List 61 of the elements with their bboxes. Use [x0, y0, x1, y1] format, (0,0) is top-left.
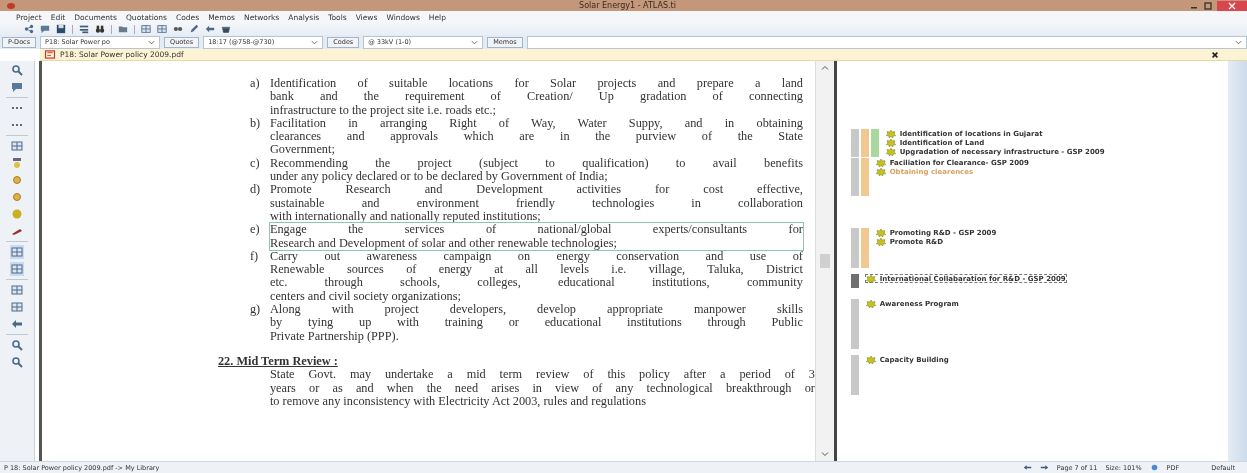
grid-icon[interactable] [141, 24, 151, 34]
list-label: e) [249, 223, 261, 237]
paragraph: State Govt. may undertake a mid term review of this policy after a period of 3 years or as and when the need arises in view of any technological breakthrough or to remove any inconsistency with Electricity Act 2003, rules and regulations [269, 368, 815, 409]
grid-icon[interactable] [9, 139, 24, 153]
list-label: g) [249, 303, 262, 317]
table-icon[interactable] [157, 24, 167, 34]
starburst-icon [885, 147, 896, 156]
network-icon[interactable] [24, 24, 34, 34]
starburst-icon [875, 237, 886, 246]
list-item-text: Engage the services of national/global experts/consultants for Research and Development of solar and other renewable technologies; [269, 223, 803, 250]
list-icon[interactable] [79, 24, 89, 34]
list-label: b) [249, 116, 262, 130]
pdf-icon [44, 50, 56, 59]
scroll-thumb[interactable] [819, 254, 830, 268]
caret-icon [1235, 39, 1242, 45]
scroll-up-icon[interactable] [820, 65, 829, 71]
table-icon[interactable] [9, 300, 24, 314]
table-icon[interactable] [9, 262, 24, 276]
list-label: d) [249, 183, 262, 197]
list-item-text: Along with project developers, develop appropriate manpower skills by tying up with training or educational institutions through Public Private Partnership (PPP). [269, 303, 803, 343]
caret-icon [471, 39, 479, 45]
search-icon[interactable] [9, 338, 24, 352]
zoom-icon[interactable] [1149, 464, 1159, 471]
caret-icon [148, 39, 156, 45]
app-icon [6, 1, 16, 10]
list-item-text: Promote Research and Development activities for cost effective, sustainable and environment friendly technologies in collaboration with internationally and nationally reputed institutions; [269, 183, 803, 224]
maximize-icon[interactable] [1203, 0, 1213, 11]
grid-icon[interactable] [9, 245, 24, 259]
forward-arrow-icon[interactable] [1039, 464, 1049, 471]
save-icon[interactable] [56, 24, 66, 34]
back-arrow-icon[interactable] [1022, 464, 1032, 471]
binoculars-icon[interactable] [95, 24, 105, 34]
scroll-down-icon[interactable] [820, 451, 829, 457]
section-heading: 22. Mid Term Review : [217, 354, 338, 369]
starburst-icon [875, 167, 886, 176]
list-label: a) [249, 77, 261, 90]
starburst-icon [865, 355, 876, 364]
list-item-text: Carry out awareness campaign on energy conservation and use of Renewable sources of energy at all levels i.e. village, Taluka, District etc. through schools, colleges, educational institutions, community centers and civil society organizations; [269, 249, 803, 304]
starburst-icon [865, 299, 876, 308]
speech-bubble-icon[interactable] [40, 24, 50, 34]
close-icon[interactable] [1211, 50, 1219, 59]
glasses-icon[interactable] [173, 24, 183, 34]
list-item-text: Identification of suitable locations for Solar projects and prepare a land bank and the requirement of Creation/ Up gradation of connecting infrastructure to the project site i.e. roads etc.; [269, 77, 803, 117]
starburst-icon [885, 138, 896, 147]
list-label: f) [249, 249, 260, 263]
caret-icon [311, 39, 319, 45]
scrollbar[interactable] [814, 61, 834, 461]
grid-icon[interactable] [9, 283, 24, 297]
starburst-icon [875, 158, 886, 167]
arrow-icon[interactable] [205, 24, 215, 34]
search-icon[interactable] [9, 355, 24, 369]
list-item-text: Facilitation in arranging Right of Way, Water Suppy, and in obtaining clearances and approvals which are in the purview of the State Government; [269, 116, 803, 157]
search-icon[interactable] [9, 63, 24, 77]
window-title: Solar Energy1 - ATLAS.ti [578, 1, 677, 10]
list-item-text: Recommending the project (subject to qualification) to avail benefits under any policy declared or to be declared by Government of India; [269, 156, 803, 184]
starburst-icon [865, 274, 876, 283]
speech-bubble-icon[interactable] [9, 80, 24, 94]
code-bar[interactable] [850, 274, 859, 288]
list-label: c) [249, 156, 261, 170]
starburst-icon [885, 129, 896, 138]
starburst-icon [875, 228, 886, 237]
